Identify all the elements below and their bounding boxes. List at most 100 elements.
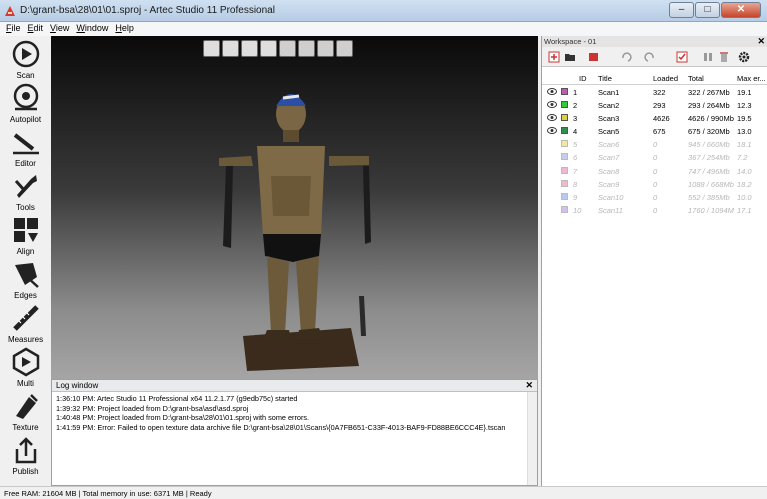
table-row[interactable]: 10 Scan11 0 1760 / 1094M 17.1 (542, 203, 767, 216)
trash-icon[interactable] (718, 51, 730, 63)
tool-measures[interactable]: Measures (0, 303, 51, 344)
col-max-error[interactable]: Max er... (737, 74, 766, 83)
tool-tools[interactable]: Tools (0, 171, 51, 212)
tools-icon (14, 175, 37, 198)
log-body: 1:36:10 PM: Artec Studio 11 Professional… (52, 392, 537, 434)
cell-title: Scan10 (598, 192, 624, 202)
cell-total: 1088 / 668Mb (688, 179, 734, 189)
scan-color-checkbox[interactable] (561, 166, 568, 174)
scan-color-checkbox[interactable] (561, 101, 568, 109)
publish-icon (15, 437, 36, 464)
table-row[interactable]: 9 Scan10 0 552 / 385Mb 10.0 (542, 190, 767, 203)
scan-color-checkbox[interactable] (561, 179, 568, 187)
scan-color-checkbox[interactable] (561, 153, 568, 161)
log-window: Log window ✕ 1:36:10 PM: Artec Studio 11… (51, 379, 538, 486)
redo-icon[interactable] (644, 51, 656, 63)
scan-color-checkbox[interactable] (561, 88, 568, 95)
table-row[interactable]: 2 Scan2 293 293 / 264Mb 12.3 (542, 98, 767, 111)
tool-autopilot[interactable]: Autopilot (0, 83, 51, 124)
cell-id: 5 (573, 140, 578, 150)
cell-loaded: 0 (653, 153, 658, 163)
menu-bar: File Edit View Window Help (0, 22, 767, 36)
folder-icon[interactable] (564, 51, 576, 63)
axes-icon[interactable] (241, 40, 258, 57)
cell-max-error: 18.1 (737, 140, 752, 150)
log-close-button[interactable]: ✕ (525, 380, 533, 391)
cell-title: Scan9 (598, 179, 620, 189)
wireframe-sphere-icon[interactable] (279, 40, 296, 57)
menu-view[interactable]: View (47, 22, 73, 36)
3d-viewport[interactable] (51, 36, 538, 379)
eye-icon[interactable] (547, 88, 557, 95)
import-icon[interactable] (588, 51, 600, 63)
title-bar: D:\grant-bsa\28\01\01.sproj - Artec Stud… (0, 0, 767, 22)
tool-align[interactable]: Align (0, 215, 51, 256)
align-icon (13, 218, 38, 242)
table-row[interactable]: 1 Scan1 322 322 / 267Mb 19.1 (542, 85, 767, 98)
box-view-icon[interactable] (222, 40, 239, 57)
maximize-button[interactable]: □ (695, 2, 720, 18)
cell-total: 945 / 660Mb (688, 140, 730, 150)
table-row[interactable]: 8 Scan9 0 1088 / 668Mb 18.2 (542, 177, 767, 190)
cell-total: 293 / 264Mb (688, 101, 730, 111)
view-toolbar (203, 40, 355, 57)
table-row[interactable]: 3 Scan3 4626 4626 / 990Mb 19.5 (542, 111, 767, 124)
col-title[interactable]: Title (598, 74, 612, 83)
table-row[interactable]: 6 Scan7 0 367 / 254Mb 7.2 (542, 150, 767, 163)
cell-loaded: 0 (653, 192, 658, 202)
tool-edges[interactable]: Edges (0, 259, 51, 300)
col-id[interactable]: ID (579, 74, 587, 83)
globe-icon[interactable] (317, 40, 334, 57)
menu-help[interactable]: Help (112, 22, 138, 36)
tool-editor[interactable]: Editor (0, 127, 51, 168)
cell-max-error: 13.0 (737, 127, 752, 137)
col-loaded[interactable]: Loaded (653, 74, 678, 83)
log-line: 1:39:32 PM: Project loaded from D:\grant… (56, 403, 249, 413)
log-header: Log window ✕ (52, 380, 537, 392)
cell-loaded: 0 (653, 166, 658, 176)
workspace-header: Workspace - 01 ✕ (542, 36, 767, 47)
solid-cube-icon[interactable] (298, 40, 315, 57)
cell-loaded: 0 (653, 205, 658, 215)
scan-color-checkbox[interactable] (561, 114, 568, 122)
checked-list-icon[interactable] (676, 51, 688, 63)
table-row[interactable]: 5 Scan6 0 945 / 660Mb 18.1 (542, 137, 767, 150)
cell-id: 7 (573, 166, 578, 176)
cell-title: Scan2 (598, 101, 620, 111)
eye-icon[interactable] (547, 114, 557, 122)
undo-icon[interactable] (620, 51, 632, 63)
scan-color-checkbox[interactable] (561, 127, 568, 135)
minimize-button[interactable]: – (669, 2, 694, 18)
menu-edit[interactable]: Edit (25, 22, 48, 36)
tool-publish[interactable]: Publish (0, 435, 51, 476)
eye-icon[interactable] (547, 127, 557, 135)
cell-loaded: 0 (653, 179, 658, 189)
log-scrollbar[interactable] (527, 392, 537, 485)
menu-window[interactable]: Window (73, 22, 112, 36)
cell-loaded: 293 (653, 101, 666, 111)
menu-file[interactable]: File (3, 22, 25, 36)
cell-max-error: 10.0 (737, 192, 752, 202)
log-line: 1:36:10 PM: Artec Studio 11 Professional… (56, 394, 298, 403)
scan-color-checkbox[interactable] (561, 140, 568, 148)
tool-multi[interactable]: Multi (0, 347, 51, 388)
textured-cube-icon[interactable] (336, 40, 353, 57)
eye-icon[interactable] (547, 101, 557, 109)
tool-texture[interactable]: Texture (0, 391, 51, 432)
workspace-close-button[interactable]: ✕ (757, 36, 765, 47)
home-view-icon[interactable] (203, 40, 220, 57)
scan-color-checkbox[interactable] (561, 192, 568, 200)
light-bulb-icon[interactable] (260, 40, 277, 57)
cell-title: Scan5 (598, 127, 620, 137)
scan-color-checkbox[interactable] (561, 205, 568, 213)
table-row[interactable]: 7 Scan8 0 747 / 496Mb 14.0 (542, 164, 767, 177)
gear-icon[interactable] (738, 51, 750, 63)
cell-id: 8 (573, 179, 578, 189)
col-total[interactable]: Total (688, 74, 704, 83)
tool-scan[interactable]: Scan (0, 39, 51, 80)
close-button[interactable]: ✕ (721, 2, 761, 18)
bars-icon[interactable] (702, 51, 714, 63)
table-row[interactable]: 4 Scan5 675 675 / 320Mb 13.0 (542, 124, 767, 137)
new-scan-icon[interactable] (548, 51, 560, 63)
cell-total: 322 / 267Mb (688, 88, 730, 97)
